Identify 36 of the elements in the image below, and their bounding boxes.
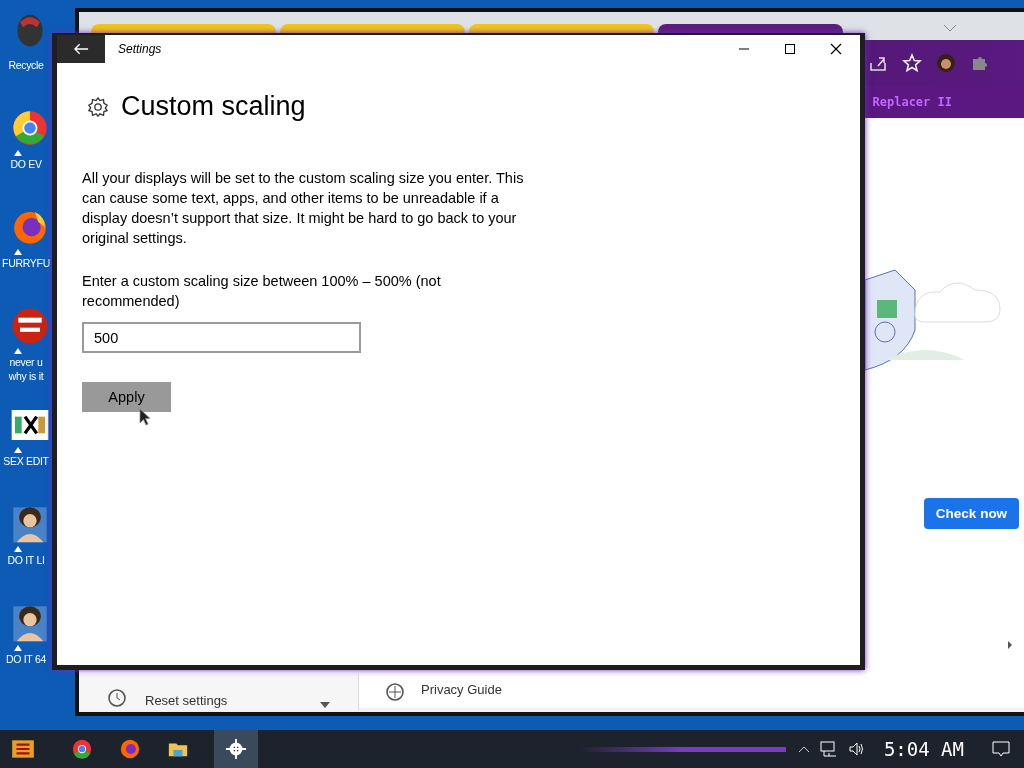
cursor-icon [139,408,151,426]
window-title: Settings [118,42,162,56]
desktop-icon-label[interactable]: DO EV [10,157,42,171]
notification-icon[interactable] [992,741,1010,757]
history-icon [107,688,127,708]
desktop-icon-label[interactable]: FURRYFU [2,256,50,270]
menu-item[interactable]: Privacy Guide [421,682,502,697]
network-icon[interactable] [819,741,838,757]
firefox-icon [119,738,141,760]
check-now-button[interactable]: Check now [924,498,1019,529]
caret-icon[interactable] [320,702,330,708]
description-text: All your displays will be set to the custom scaling size you enter. This can cause some text, apps, and other items to be unreadable if a display doesn’t support that size. It might be hard to go back to your original settings. [82,169,525,248]
back-arrow-icon [73,43,89,55]
field-label: Enter a custom scaling size between 100% – 500% (not recommended) [82,272,442,311]
close-icon[interactable] [830,43,842,55]
desktop-icon-label[interactable]: never u why is it [8,355,44,383]
caret-icon[interactable] [797,745,810,753]
arrow-icon[interactable] [1007,640,1013,650]
volume-icon[interactable] [847,741,866,757]
star-icon[interactable] [902,53,922,73]
sidebar-item[interactable]: Reset settings [145,693,228,708]
settings-taskbar-button[interactable] [214,730,258,768]
page-heading: Custom scaling [121,91,306,122]
chrome-icon [71,738,93,760]
maximize-icon[interactable] [784,43,796,55]
avatar-icon[interactable] [936,53,956,73]
desktop-icon-label[interactable]: DO IT 64 [6,652,46,666]
scaling-input-field[interactable]: 500 [82,322,361,353]
clock[interactable]: 5:04 AM [883,738,964,760]
back-button[interactable] [57,35,105,63]
desktop-icon-label[interactable]: DO IT LI [7,553,45,567]
extension-label[interactable]: Replacer II [872,95,952,109]
chevron-icon[interactable] [943,24,957,32]
desktop-icon-label[interactable]: Recycle [8,58,44,72]
apply-button[interactable]: Apply [82,382,171,412]
desktop-icon-label[interactable]: SEX EDIT [3,454,49,468]
